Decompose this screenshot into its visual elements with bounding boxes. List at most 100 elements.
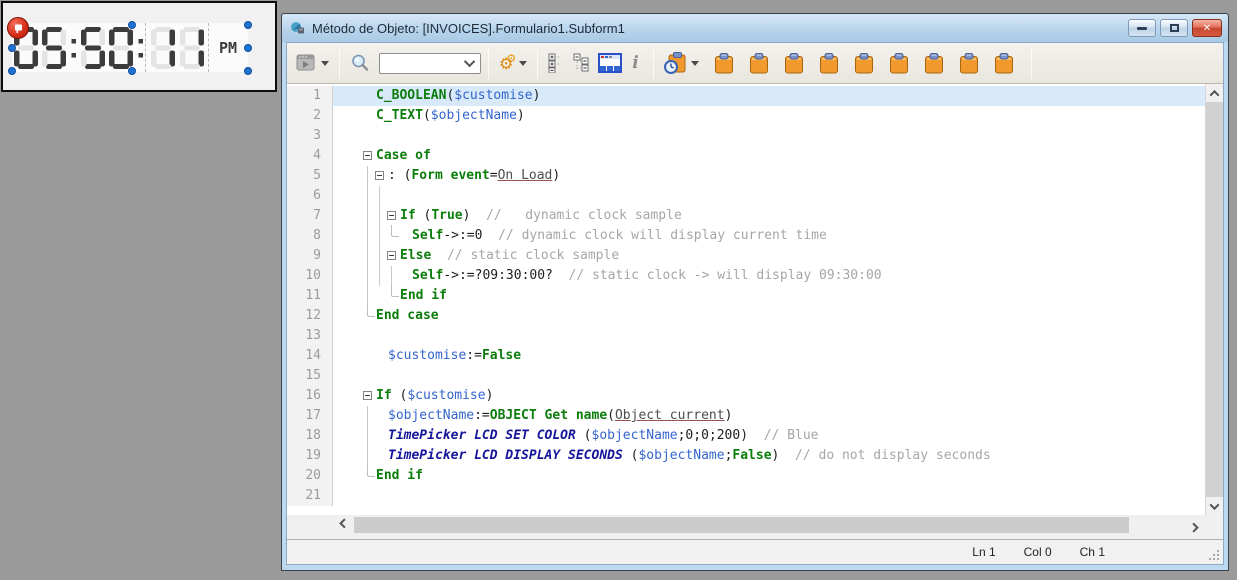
code-line[interactable]: 1 C_BOOLEAN($customise) — [287, 86, 1205, 106]
object-method-badge-icon[interactable] — [7, 17, 29, 39]
maximize-icon — [1169, 24, 1179, 32]
code-text: C_BOOLEAN($customise) — [376, 88, 541, 103]
search-button[interactable] — [347, 50, 373, 76]
macro-clipboard-button[interactable] — [956, 50, 982, 77]
title-bar[interactable]: Método de Objeto: [INVOICES].Formulario1… — [282, 14, 1228, 42]
fold-toggle[interactable] — [375, 171, 384, 180]
indent-guide — [367, 446, 368, 466]
code-line[interactable]: 21 — [287, 486, 1205, 506]
code-line[interactable]: 12 End case — [287, 305, 1205, 326]
scroll-up-button[interactable] — [1206, 84, 1223, 102]
macro-clipboard-button[interactable] — [851, 50, 877, 77]
code-line[interactable]: 10 Self->:=?09:30:00? // static clock ->… — [287, 266, 1205, 286]
indent-guide — [379, 186, 380, 206]
collapse-all-button[interactable] — [569, 50, 595, 76]
close-button[interactable]: ✕ — [1192, 19, 1222, 37]
code-line[interactable]: 11 End if — [287, 285, 1205, 306]
fold-toggle[interactable] — [387, 251, 396, 260]
horizontal-scrollbar-track[interactable] — [352, 517, 1185, 533]
indent-guide — [379, 226, 380, 246]
run-method-button[interactable] — [293, 50, 332, 76]
macro-clipboard-button[interactable] — [886, 50, 912, 77]
method-settings-button[interactable]: ⚙ ⚙ — [496, 51, 530, 76]
info-button[interactable]: i — [625, 50, 645, 76]
scroll-left-button[interactable] — [334, 516, 352, 534]
vertical-scrollbar[interactable] — [1205, 84, 1223, 515]
selection-handle-top[interactable] — [128, 21, 136, 29]
lcd-digit — [150, 26, 175, 69]
selection-handle-top-right[interactable] — [244, 21, 252, 29]
editor-toolbar: ⚙ ⚙ i — [287, 43, 1223, 84]
macro-clipboard-button[interactable] — [816, 50, 842, 77]
indent-guide — [367, 246, 368, 266]
resize-grip[interactable] — [1208, 549, 1220, 561]
info-icon: i — [632, 53, 639, 73]
method-editor-window: Método de Objeto: [INVOICES].Formulario1… — [281, 13, 1229, 571]
horizontal-scrollbar-thumb[interactable] — [354, 517, 1129, 533]
search-combobox[interactable] — [379, 52, 481, 74]
line-number: 4 — [287, 146, 333, 166]
macro-clipboard-icon — [714, 52, 733, 73]
code-line[interactable]: 8 Self->:=0 // dynamic clock will displa… — [287, 225, 1205, 246]
maximize-button[interactable] — [1160, 19, 1188, 37]
code-text: TimePicker LCD DISPLAY SECONDS ($objectN… — [388, 448, 991, 463]
code-line[interactable]: 20 End if — [287, 465, 1205, 486]
run-dropdown-arrow-icon — [321, 60, 329, 66]
macro-clipboard-button[interactable] — [711, 50, 737, 77]
code-line[interactable]: 2 C_TEXT($objectName) — [287, 106, 1205, 126]
selection-handle-right[interactable] — [244, 44, 252, 52]
indent-guide — [367, 266, 368, 286]
selection-handle-bottom-left[interactable] — [8, 67, 16, 75]
lcd-clock-widget[interactable]: PM — [12, 23, 248, 72]
macro-clipboard-button[interactable] — [991, 50, 1017, 77]
scroll-right-button[interactable] — [1185, 516, 1203, 534]
code-line[interactable]: 9 Else // static clock sample — [287, 246, 1205, 266]
minimize-button[interactable] — [1128, 19, 1156, 37]
expand-all-button[interactable] — [545, 50, 569, 76]
fold-toggle[interactable] — [363, 391, 372, 400]
fold-toggle[interactable] — [363, 151, 372, 160]
indent-guide — [367, 226, 368, 246]
macro-clipboard-button[interactable] — [921, 50, 947, 77]
code-line[interactable]: 19 TimePicker LCD DISPLAY SECONDS ($obje… — [287, 446, 1205, 466]
status-character: Ch 1 — [1079, 545, 1105, 559]
toolbar-separator — [1030, 47, 1032, 79]
minimize-icon — [1137, 26, 1147, 30]
macro-clipboard-icon — [749, 52, 768, 73]
code-text: Else // static clock sample — [400, 248, 620, 263]
code-line[interactable]: 7 If (True) // dynamic clock sample — [287, 206, 1205, 226]
form-preview-button[interactable] — [595, 50, 625, 76]
code-line[interactable]: 3 — [287, 126, 1205, 146]
code-text: Self->:=?09:30:00? // static clock -> wi… — [412, 268, 882, 283]
code-text: $customise:=False — [388, 348, 522, 363]
scroll-down-button[interactable] — [1206, 497, 1223, 515]
form-preview-icon — [598, 53, 623, 73]
code-text: : (Form event=On Load) — [388, 168, 561, 183]
macro-clipboard-button[interactable] — [746, 50, 772, 77]
selection-handle-bottom[interactable] — [128, 67, 136, 75]
code-line[interactable]: 6 — [287, 186, 1205, 206]
code-area[interactable]: 1 C_BOOLEAN($customise) 2 C_TEXT($object… — [287, 84, 1205, 515]
code-line[interactable]: 15 — [287, 366, 1205, 386]
code-line[interactable]: 13 — [287, 326, 1205, 346]
settings-dropdown-arrow-icon — [519, 60, 528, 66]
code-line[interactable]: 17 $objectName:=OBJECT Get name(Object c… — [287, 406, 1205, 426]
lcd-period: PM — [209, 23, 247, 72]
code-text: TimePicker LCD SET COLOR ($objectName;0;… — [388, 428, 819, 443]
horizontal-scrollbar[interactable] — [287, 515, 1223, 535]
search-icon — [352, 54, 369, 71]
code-line[interactable]: 14 $customise:=False — [287, 346, 1205, 366]
selection-handle-bottom-right[interactable] — [244, 67, 252, 75]
macro-clipboard-button[interactable] — [781, 50, 807, 77]
code-line[interactable]: 5 : (Form event=On Load) — [287, 166, 1205, 186]
lcd-digit — [179, 26, 204, 69]
line-number: 19 — [287, 446, 333, 466]
gear-small-icon: ⚙ — [506, 51, 517, 65]
code-line[interactable]: 16 If ($customise) — [287, 386, 1205, 406]
code-line[interactable]: 4 Case of — [287, 146, 1205, 166]
fold-toggle[interactable] — [387, 211, 396, 220]
macros-button[interactable] — [661, 49, 702, 77]
code-line[interactable]: 18 TimePicker LCD SET COLOR ($objectName… — [287, 426, 1205, 446]
selection-handle-left[interactable] — [8, 44, 16, 52]
vertical-scrollbar-thumb[interactable] — [1206, 102, 1223, 497]
